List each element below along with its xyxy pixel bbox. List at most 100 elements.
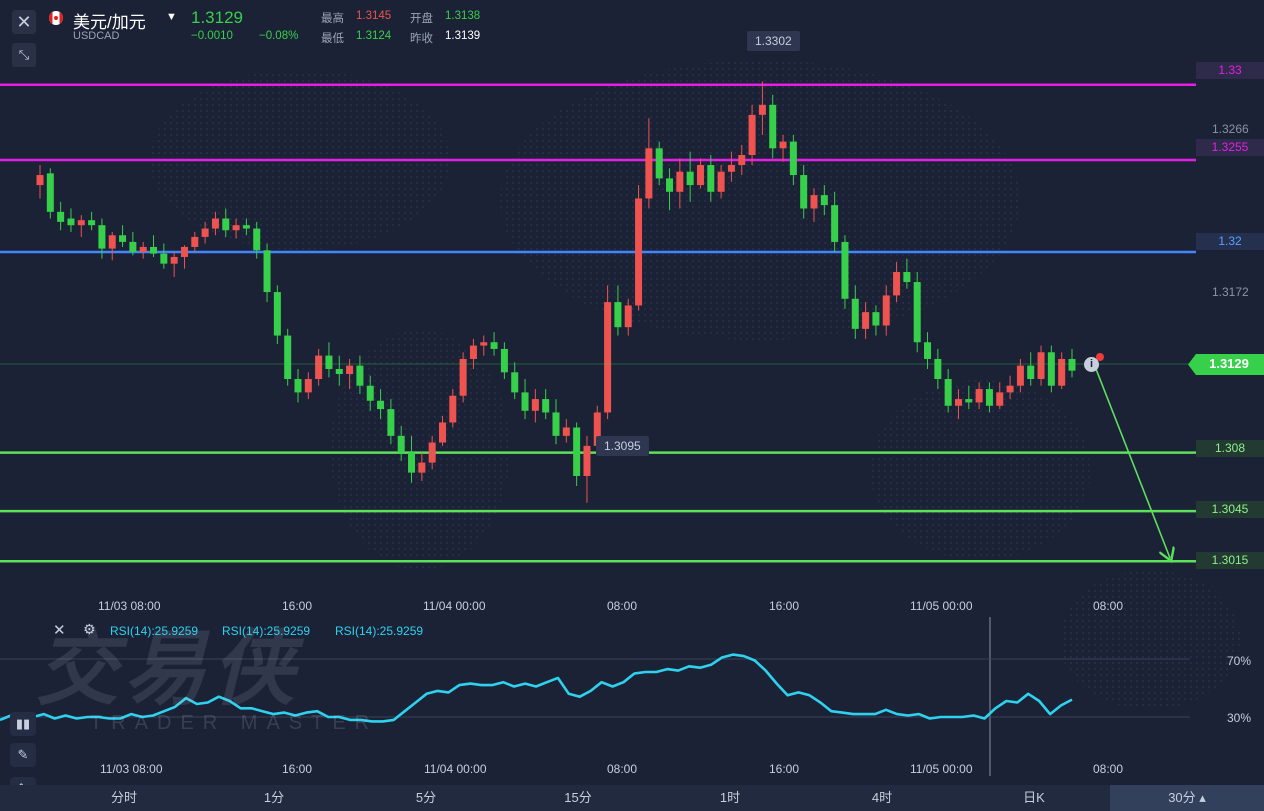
candle-body [552, 412, 560, 436]
rsi-time-label: 11/03 08:00 [100, 762, 163, 776]
candle-body [428, 442, 436, 463]
candle-body [356, 365, 364, 386]
candle-body [211, 218, 219, 229]
candle-body [1058, 358, 1066, 386]
candle-body [531, 399, 539, 411]
candle-body [57, 211, 65, 222]
candle-body [315, 355, 323, 380]
candle-body [666, 178, 674, 192]
candle-body [1037, 352, 1045, 380]
time-label: 16:00 [769, 599, 800, 613]
info-icon[interactable]: i [1084, 357, 1099, 372]
candle-body [583, 445, 591, 476]
indicator-icon: ▮▮ [15, 716, 31, 731]
candle-body [542, 399, 550, 413]
rsi-time-label: 11/05 00:00 [910, 762, 973, 776]
candle-body [273, 292, 281, 336]
tab-5m[interactable]: 5分 [350, 785, 502, 811]
time-label: 11/03 08:00 [98, 599, 161, 613]
candle-body [469, 345, 477, 359]
candle-body [872, 312, 880, 326]
time-label: 08:00 [1093, 599, 1124, 613]
candle-body [645, 148, 653, 199]
candle-body [397, 435, 405, 453]
candle-body [810, 195, 818, 209]
tab-4h[interactable]: 4时 [806, 785, 958, 811]
candle-body [119, 235, 127, 242]
candle-body [954, 399, 962, 406]
candle-body [800, 175, 808, 209]
level-tag: 1.308 [1196, 440, 1264, 457]
candle-body [748, 114, 756, 155]
candle-body [366, 385, 374, 401]
candle-body [36, 175, 44, 186]
candle-body [655, 148, 663, 179]
rsi-legend-item: RSI(14):25.9259 [222, 624, 311, 638]
candle-body [180, 246, 188, 257]
candle-body [727, 165, 735, 172]
candle-body [779, 141, 787, 149]
level-tag: 1.3015 [1196, 552, 1264, 569]
tab-30m[interactable]: 30分 ▴ [1110, 785, 1264, 811]
candle-body [614, 302, 622, 328]
rsi-legend-item: RSI(14):25.9259 [335, 624, 424, 638]
candle-body [242, 225, 250, 229]
draw-button[interactable]: ✎ [10, 743, 36, 767]
candle-body [490, 342, 498, 349]
candle-body [304, 379, 312, 393]
candle-body [975, 389, 983, 403]
candle-body [346, 365, 354, 374]
time-label: 08:00 [607, 599, 638, 613]
candle-body [191, 236, 199, 247]
candle-body [335, 368, 343, 374]
time-label: 16:00 [282, 599, 313, 613]
candle-body [480, 342, 488, 346]
candle-body [253, 228, 261, 251]
high-marker: 1.3302 [747, 31, 800, 51]
candle-body [862, 312, 870, 329]
tab-1h[interactable]: 1时 [654, 785, 806, 811]
level-tag: 1.3045 [1196, 501, 1264, 518]
candle-body [263, 250, 271, 293]
candle-body [924, 342, 932, 359]
watermark-brand-en: TRADER MASTER [90, 712, 379, 734]
rsi-time-label: 11/04 00:00 [424, 762, 487, 776]
candle-body [1006, 385, 1014, 393]
candle-body [758, 104, 766, 115]
indicator-button[interactable]: ▮▮ [10, 712, 36, 736]
candle-body [996, 392, 1004, 406]
low-marker: 1.3095 [596, 436, 649, 456]
close-indicator-icon[interactable]: ✕ [53, 621, 66, 639]
tab-tick[interactable]: 分时 [50, 785, 198, 811]
candle-body [934, 358, 942, 380]
level-tag: 1.33 [1196, 62, 1264, 79]
candle-body [500, 348, 508, 373]
level-tag: 1.3255 [1196, 139, 1264, 156]
tab-1m[interactable]: 1分 [198, 785, 350, 811]
tab-daily[interactable]: 日K [958, 785, 1110, 811]
projection-arrow [1095, 368, 1170, 558]
candle-body [284, 335, 292, 380]
candle-body [985, 389, 993, 406]
candle-body [325, 355, 333, 369]
candle-body [851, 298, 859, 329]
rsi-time-label: 08:00 [1093, 762, 1124, 776]
watermark-brand: 交易侠 [36, 624, 300, 715]
candle-body [160, 253, 168, 264]
candle-body [139, 246, 147, 252]
candle-body [88, 220, 96, 226]
tab-15m[interactable]: 15分 [502, 785, 654, 811]
settings-icon[interactable]: ⚙ [83, 621, 96, 638]
candle-body [222, 218, 230, 231]
candle-body [913, 282, 921, 343]
candle-body [46, 173, 54, 212]
time-label: 11/04 00:00 [423, 599, 486, 613]
price-axis-label: 1.3172 [1212, 285, 1249, 299]
tab-30m-label: 30分 [1168, 790, 1196, 805]
candle-body [129, 241, 137, 252]
candle-body [717, 171, 725, 192]
candle-body [624, 305, 632, 328]
candle-body [98, 225, 106, 249]
rsi-legend-item: RSI(14):25.9259 [110, 624, 199, 638]
candle-body [232, 225, 240, 231]
